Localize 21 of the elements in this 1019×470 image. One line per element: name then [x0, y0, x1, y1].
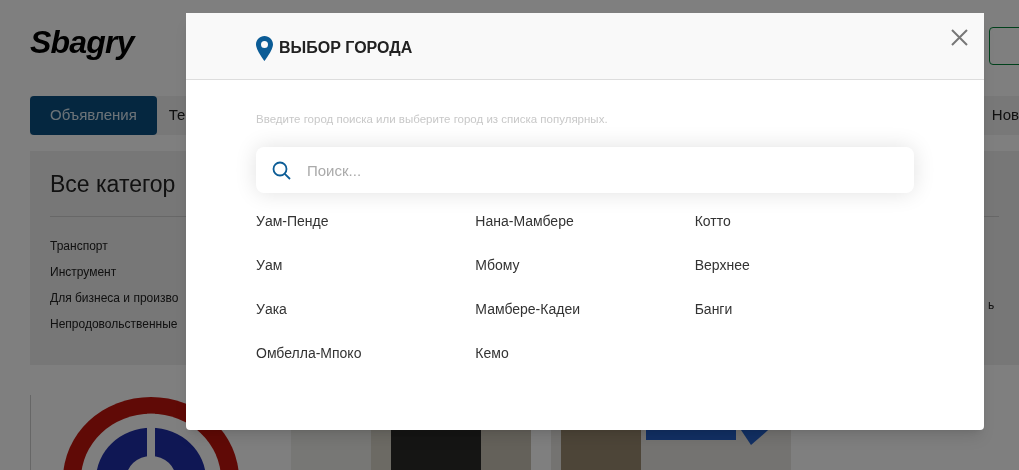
- city-link[interactable]: Мбому: [475, 256, 695, 275]
- search-field[interactable]: Поиск...: [256, 147, 914, 194]
- logo[interactable]: Sbagry: [30, 26, 134, 58]
- city-link[interactable]: Нана-Мамбере: [475, 212, 695, 231]
- city-link[interactable]: Уам: [256, 256, 476, 275]
- categories-title: Все категор: [50, 173, 177, 199]
- city-link[interactable]: Уака: [256, 300, 476, 319]
- search-icon: [272, 161, 291, 181]
- tab[interactable]: Те: [156, 96, 186, 135]
- city-link[interactable]: Уам-Пенде: [256, 212, 476, 231]
- city-link[interactable]: Банги: [694, 300, 914, 319]
- city-link[interactable]: Верхнее: [694, 256, 914, 275]
- city-link[interactable]: Омбелла-Мпоко: [256, 344, 476, 363]
- tab[interactable]: Нов: [991, 96, 1019, 135]
- category-link[interactable]: ь: [988, 296, 995, 314]
- map-pin-icon: [256, 35, 273, 61]
- city-link[interactable]: Кемо: [475, 344, 695, 363]
- city-link[interactable]: Мамбере-Кадеи: [475, 300, 695, 319]
- dialog-title: ВЫБОР ГОРОДА: [279, 38, 413, 58]
- close-icon[interactable]: [951, 29, 968, 46]
- city-link[interactable]: Котто: [694, 212, 914, 231]
